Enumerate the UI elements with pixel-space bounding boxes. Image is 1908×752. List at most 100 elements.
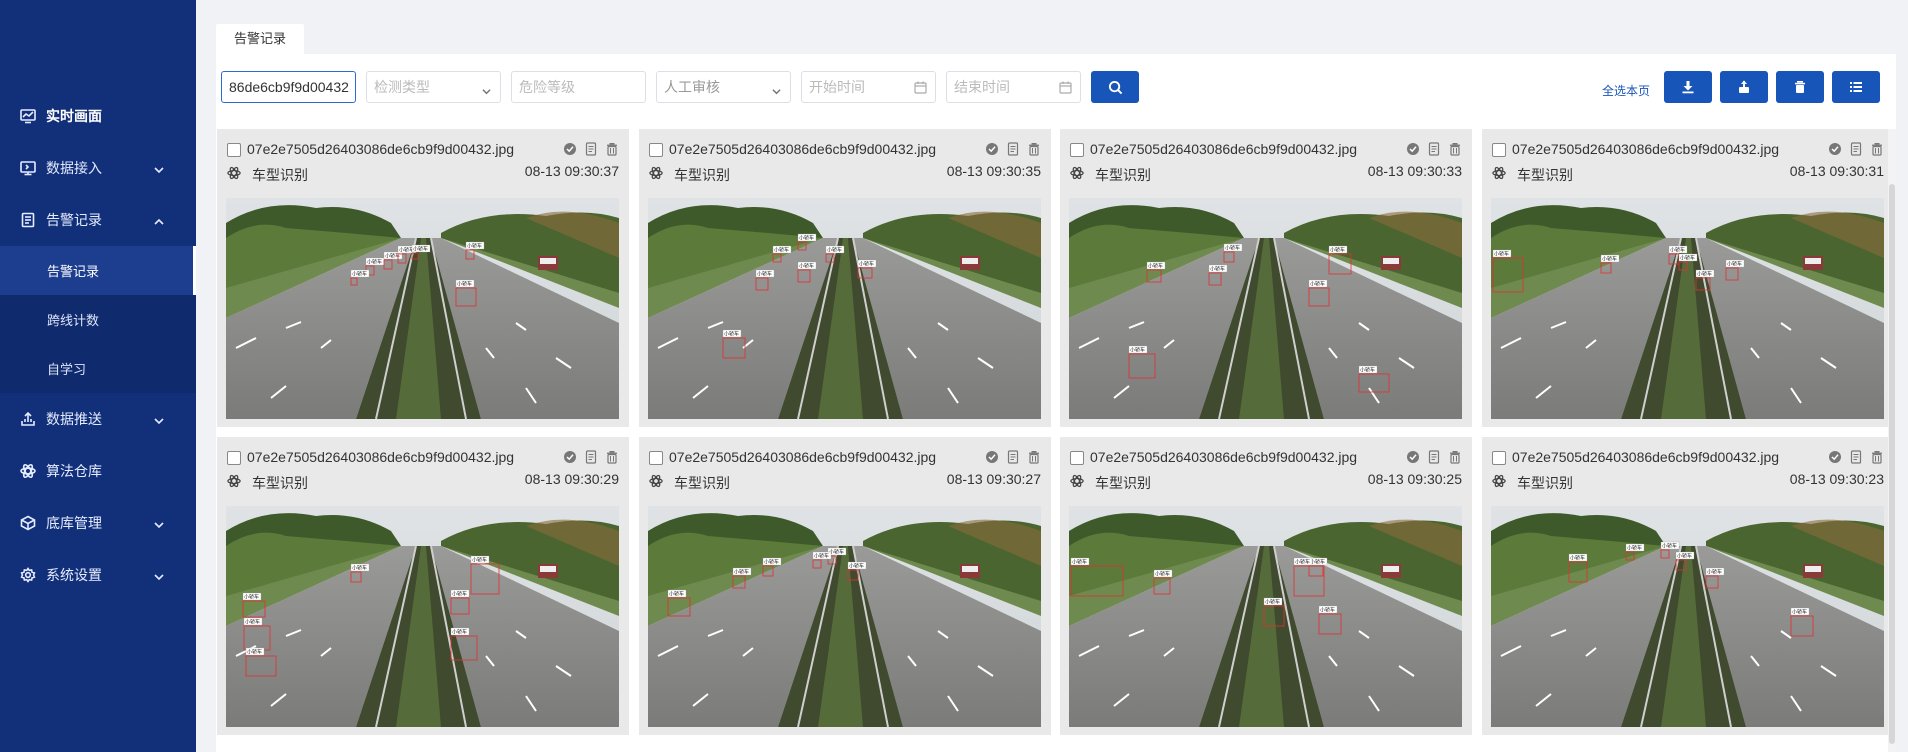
alarm-snapshot[interactable]: 小轿车 小轿车 小轿车 小轿车 小轿车 小轿车 [1491,506,1884,727]
trash-icon[interactable] [1448,142,1462,156]
calendar-icon [1059,81,1072,94]
alarm-card[interactable]: 07e2e7505d26403086de6cb9f9d00432.jpg 车型识… [1482,437,1894,735]
alarm-card[interactable]: 07e2e7505d26403086de6cb9f9d00432.jpg 车型识… [217,129,629,427]
tab-bar: 告警记录 [216,24,305,54]
alarm-snapshot[interactable]: 小轿车 小轿车 小轿车 小轿车 小轿车 小轿车 小轿车 [226,506,619,727]
trash-icon[interactable] [1870,142,1884,156]
svg-text:小轿车: 小轿车 [1295,559,1310,566]
submenu-item-line-crossing-count[interactable]: 跨线计数 [0,295,196,344]
trash-icon[interactable] [1448,450,1462,464]
alarm-card[interactable]: 07e2e7505d26403086de6cb9f9d00432.jpg 车型识… [1060,129,1472,427]
document-icon[interactable] [1427,142,1441,156]
card-checkbox[interactable] [227,143,241,157]
menu-item-library-management[interactable]: 底库管理 [0,497,196,549]
menu-item-live-view[interactable]: 实时画面 [0,90,196,142]
check-circle-icon[interactable] [1406,142,1420,156]
export-button[interactable] [1720,71,1768,103]
svg-text:小轿车: 小轿车 [1360,367,1375,374]
check-circle-icon[interactable] [1406,450,1420,464]
check-circle-icon[interactable] [985,142,999,156]
card-checkbox[interactable] [1492,451,1506,465]
menu-item-data-access[interactable]: 数据接入 [0,142,196,194]
document-icon[interactable] [1849,142,1863,156]
trash-icon[interactable] [605,450,619,464]
manual-review-select[interactable]: 人工审核 [656,71,791,103]
card-checkbox[interactable] [649,451,663,465]
alarm-card[interactable]: 07e2e7505d26403086de6cb9f9d00432.jpg 车型识… [1482,129,1894,427]
download-button[interactable] [1664,71,1712,103]
menu-item-algorithm-repository[interactable]: 算法仓库 [0,445,196,497]
alarm-card[interactable]: 07e2e7505d26403086de6cb9f9d00432.jpg 车型识… [217,437,629,735]
delete-button[interactable] [1776,71,1824,103]
alarm-snapshot[interactable]: 小轿车 小轿车 小轿车 小轿车 小轿车 小轿车 [1491,198,1884,419]
search-input[interactable]: 86de6cb9f9d00432 [221,71,356,103]
card-filename: 07e2e7505d26403086de6cb9f9d00432.jpg [1090,141,1358,157]
svg-text:小轿车: 小轿车 [245,619,260,626]
svg-text:小轿车: 小轿车 [352,271,367,278]
atom-icon [227,166,241,180]
svg-text:小轿车: 小轿车 [367,259,382,266]
svg-text:小轿车: 小轿车 [849,563,864,570]
danger-level-input[interactable]: 危险等级 [511,71,646,103]
check-circle-icon[interactable] [563,450,577,464]
card-filename: 07e2e7505d26403086de6cb9f9d00432.jpg [1512,141,1780,157]
chevron-down-icon [772,83,781,95]
computer-icon [20,160,36,176]
alarm-snapshot[interactable]: 小轿车 小轿车 小轿车 小轿车 小轿车 小轿车 小轿车 [226,198,619,419]
alarm-snapshot[interactable]: 小轿车 小轿车 小轿车 小轿车 小轿车 小轿车 [648,506,1041,727]
document-icon[interactable] [1849,450,1863,464]
danger-level-placeholder: 危险等级 [519,79,575,95]
svg-text:小轿车: 小轿车 [1670,247,1685,254]
menu-item-data-push[interactable]: 数据推送 [0,393,196,445]
detect-type-placeholder: 检测类型 [374,79,430,95]
submenu-item-self-learning[interactable]: 自学习 [0,344,196,393]
svg-text:小轿车: 小轿车 [1662,543,1677,550]
document-icon[interactable] [1427,450,1441,464]
logo-area [0,0,196,90]
trash-icon [1795,81,1805,93]
detect-type-select[interactable]: 检测类型 [366,71,501,103]
trash-icon[interactable] [1027,142,1041,156]
menu-item-system-settings[interactable]: 系统设置 [0,549,196,601]
check-circle-icon[interactable] [1828,450,1842,464]
card-checkbox[interactable] [1070,451,1084,465]
card-checkbox[interactable] [227,451,241,465]
document-icon[interactable] [1006,142,1020,156]
atom-icon [1492,474,1506,488]
card-detection-type: 车型识别 [252,475,308,491]
card-detection-type: 车型识别 [674,167,730,183]
trash-icon[interactable] [605,142,619,156]
svg-text:小轿车: 小轿车 [1072,559,1087,566]
check-circle-icon[interactable] [563,142,577,156]
alarm-snapshot[interactable]: 小轿车 小轿车 小轿车 小轿车 小轿车 小轿车 小轿车 [648,198,1041,419]
trash-icon[interactable] [1870,450,1884,464]
upload-icon [20,411,36,427]
card-checkbox[interactable] [649,143,663,157]
list-view-button[interactable] [1832,71,1880,103]
check-circle-icon[interactable] [985,450,999,464]
document-icon[interactable] [584,142,598,156]
end-time-picker[interactable]: 结束时间 [946,71,1081,103]
card-timestamp: 08-13 09:30:27 [946,471,1041,487]
submenu-item-alarm-records[interactable]: 告警记录 [0,246,196,295]
card-checkbox[interactable] [1070,143,1084,157]
select-all-page-link[interactable]: 全选本页 [1602,82,1650,99]
card-filename: 07e2e7505d26403086de6cb9f9d00432.jpg [1512,449,1780,465]
card-checkbox[interactable] [1492,143,1506,157]
check-circle-icon[interactable] [1828,142,1842,156]
card-timestamp: 08-13 09:30:29 [524,471,619,487]
alarm-snapshot[interactable]: 小轿车 小轿车 小轿车 小轿车 小轿车 小轿车 小轿车 [1069,198,1462,419]
menu-item-alarm-records[interactable]: 告警记录 [0,194,196,246]
svg-text:小轿车: 小轿车 [799,235,814,242]
scrollbar-thumb[interactable] [1889,184,1895,744]
start-time-picker[interactable]: 开始时间 [801,71,936,103]
alarm-card[interactable]: 07e2e7505d26403086de6cb9f9d00432.jpg 车型识… [639,437,1051,735]
document-icon[interactable] [584,450,598,464]
trash-icon[interactable] [1027,450,1041,464]
document-icon[interactable] [1006,450,1020,464]
search-button[interactable] [1091,71,1139,103]
alarm-card[interactable]: 07e2e7505d26403086de6cb9f9d00432.jpg 车型识… [1060,437,1472,735]
tab-alarm-records[interactable]: 告警记录 [216,24,305,54]
alarm-card[interactable]: 07e2e7505d26403086de6cb9f9d00432.jpg 车型识… [639,129,1051,427]
alarm-snapshot[interactable]: 小轿车 小轿车 小轿车 小轿车 小轿车 小轿车 [1069,506,1462,727]
